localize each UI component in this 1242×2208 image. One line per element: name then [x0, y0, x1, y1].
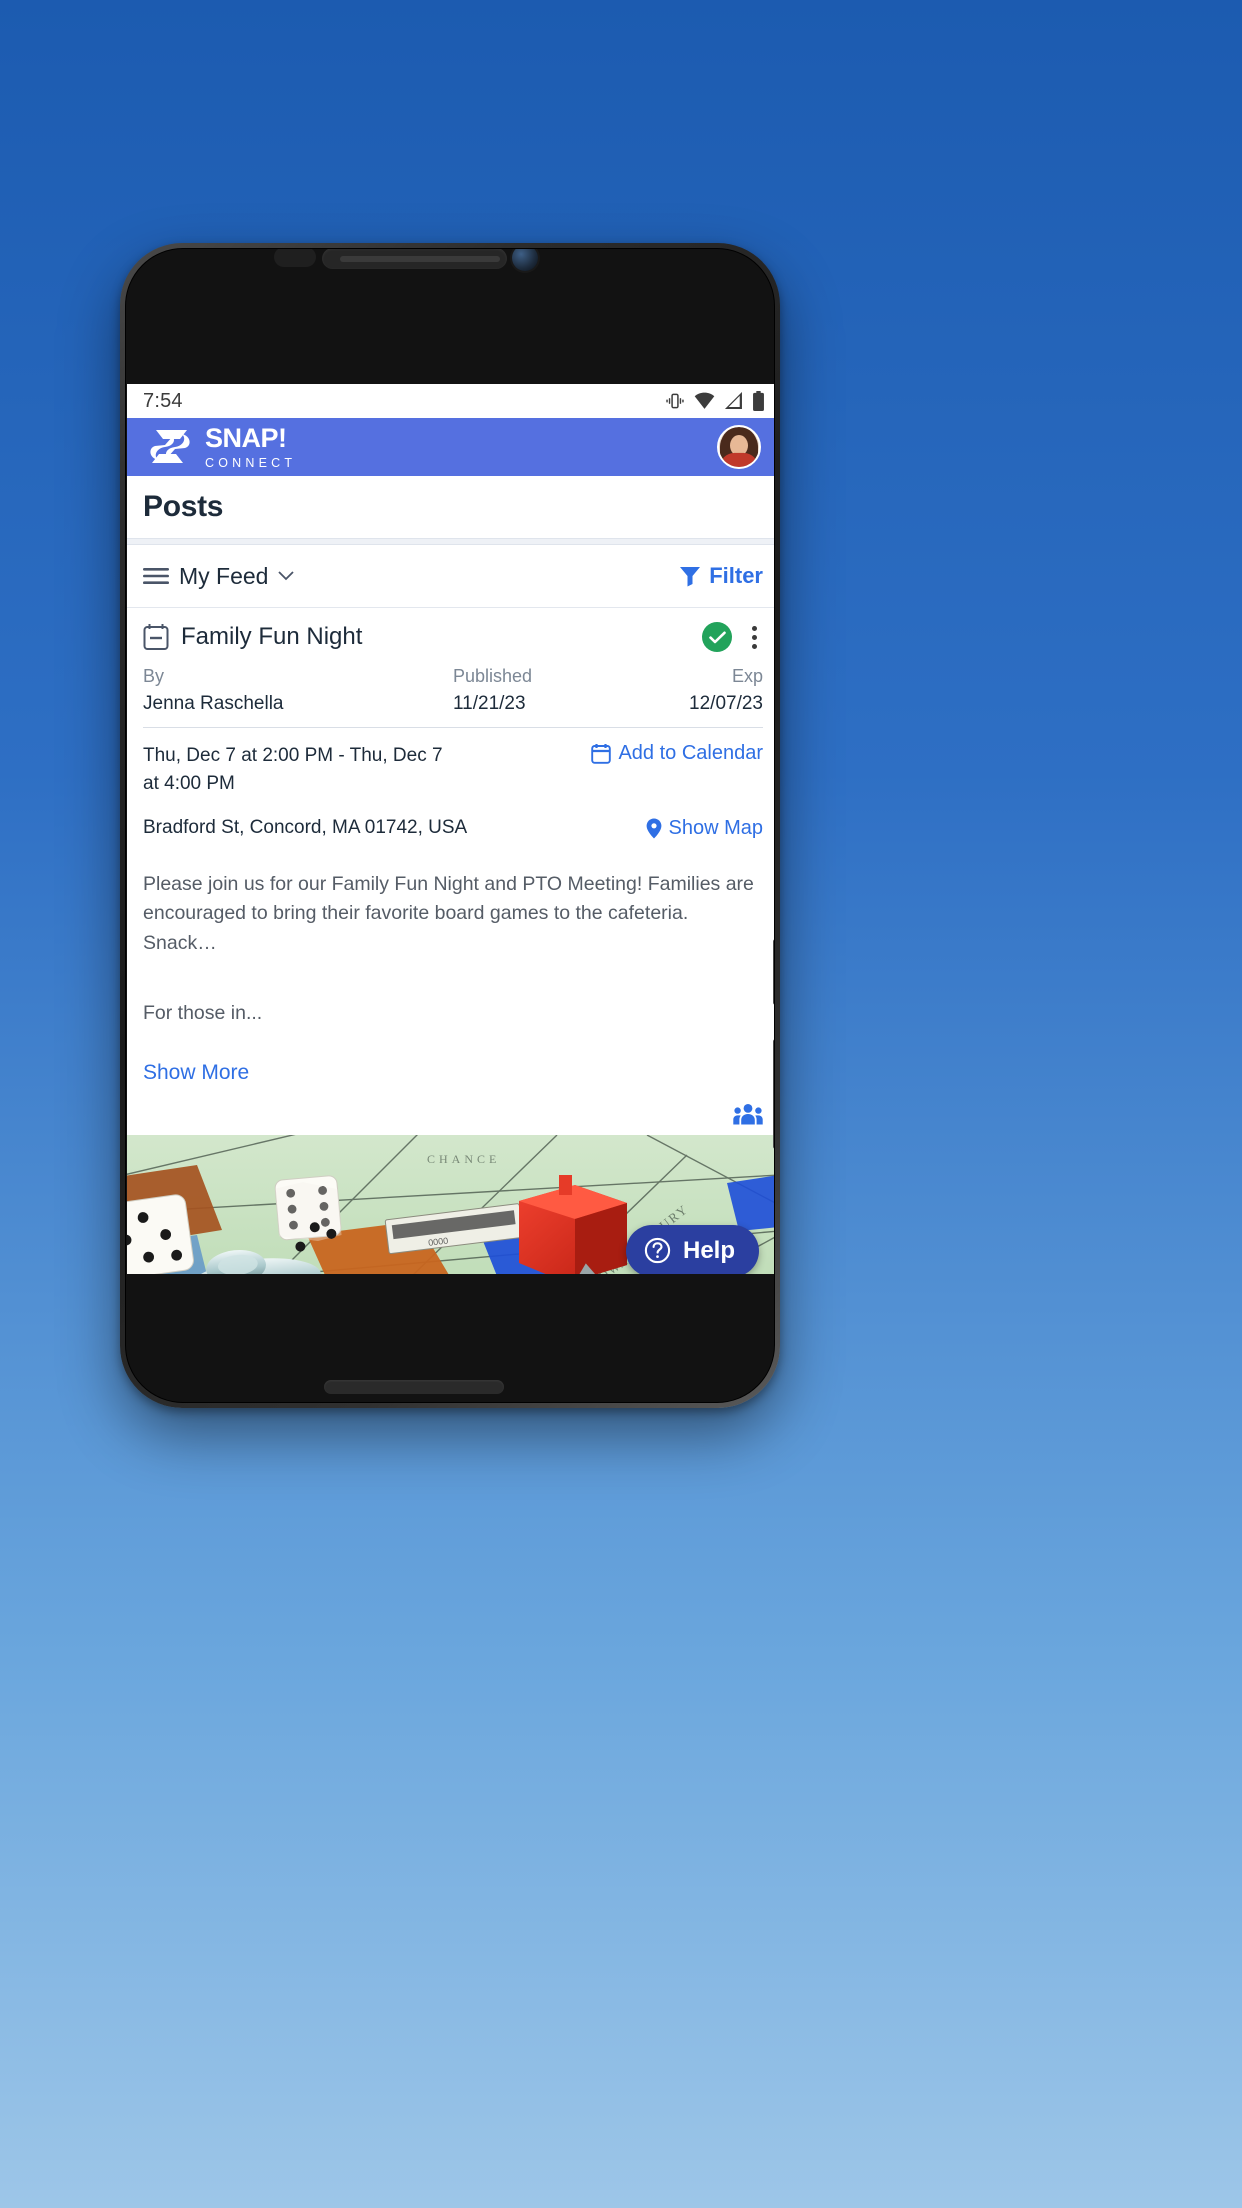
filter-button[interactable]: Filter	[679, 563, 763, 589]
app-bar: SNAP! CONNECT	[127, 418, 774, 476]
calendar-icon	[143, 624, 169, 650]
post-header: Family Fun Night	[143, 608, 763, 652]
more-vertical-icon[interactable]	[746, 623, 763, 652]
status-bar-icons	[665, 391, 765, 411]
show-map-button[interactable]: Show Map	[646, 817, 764, 840]
show-map-label: Show Map	[668, 817, 764, 840]
people-group-icon[interactable]	[733, 1103, 763, 1125]
vibrate-icon	[666, 393, 684, 409]
check-circle-icon	[708, 631, 726, 643]
audience-row	[143, 1085, 763, 1135]
volume-button[interactable]	[773, 1039, 774, 1149]
post-body: Please join us for our Family Fun Night …	[143, 844, 763, 1085]
phone-device: 7:54 SNAP! CONNECT Posts My Feed Filter …	[120, 243, 780, 1408]
post-body-text: Please join us for our Family Fun Night …	[143, 873, 754, 954]
event-address-row: Bradford St, Concord, MA 01742, USA Show…	[143, 817, 763, 840]
bottom-speaker	[324, 1380, 504, 1394]
battery-icon	[753, 391, 764, 411]
avatar[interactable]	[717, 425, 761, 469]
filter-icon	[680, 567, 701, 587]
by-label: By	[143, 666, 165, 686]
show-more-button[interactable]: Show More	[143, 1061, 763, 1085]
hamburger-icon	[143, 568, 169, 584]
proximity-sensor-icon	[274, 249, 316, 267]
brand-text: SNAP! CONNECT	[205, 422, 297, 470]
feed-toolbar: My Feed Filter	[127, 545, 774, 607]
page-title: Posts	[143, 490, 224, 523]
post-header-right	[702, 622, 763, 652]
earpiece-speaker	[322, 249, 507, 269]
published-value: 11/21/23	[453, 693, 526, 714]
post-meta: By Jenna Raschella Published 11/21/23 Ex…	[143, 652, 763, 727]
event-details: Thu, Dec 7 at 2:00 PM - Thu, Dec 7 at 4:…	[143, 728, 763, 844]
avatar-body	[720, 453, 758, 467]
help-button[interactable]: Help	[625, 1224, 759, 1274]
post-media[interactable]: CHANCE COLLECT LUXURY TAX BOARDWALK 0000	[127, 1134, 774, 1274]
power-button[interactable]	[773, 939, 774, 1005]
add-to-calendar-label: Add to Calendar	[618, 742, 763, 764]
status-bar: 7:54	[127, 384, 774, 418]
section-divider	[127, 538, 774, 545]
post-title: Family Fun Night	[181, 623, 363, 650]
by-value: Jenna Raschella	[143, 693, 284, 714]
exp-value: 12/07/23	[689, 693, 763, 714]
add-to-calendar-button[interactable]: Add to Calendar	[591, 742, 763, 765]
map-pin-icon	[646, 818, 661, 839]
event-address: Bradford St, Concord, MA 01742, USA	[143, 817, 468, 839]
page-title-bar: Posts	[127, 476, 774, 538]
published-label: Published	[453, 666, 533, 686]
calendar-add-icon	[591, 744, 612, 764]
phone-body: 7:54 SNAP! CONNECT Posts My Feed Filter …	[125, 248, 775, 1403]
post-meta-author: By Jenna Raschella	[143, 666, 453, 715]
post-card: Family Fun Night By Jenna Raschella Publ…	[127, 607, 774, 1135]
wifi-icon	[694, 392, 715, 409]
svg-text:CHANCE: CHANCE	[427, 1152, 500, 1166]
snap-logo-icon	[150, 430, 190, 463]
exp-label: Exp	[731, 666, 763, 686]
help-label: Help	[682, 1236, 735, 1264]
filter-label: Filter	[709, 563, 763, 588]
chevron-down-icon	[278, 571, 295, 581]
front-camera-icon	[512, 249, 538, 271]
feed-selector[interactable]: My Feed	[143, 562, 295, 590]
event-datetime: Thu, Dec 7 at 2:00 PM - Thu, Dec 7 at 4:…	[143, 745, 443, 794]
status-badge	[702, 622, 732, 652]
phone-screen: 7:54 SNAP! CONNECT Posts My Feed Filter …	[127, 384, 774, 1274]
post-body-tail: For those in...	[143, 1001, 263, 1024]
brand-title: SNAP!	[205, 422, 287, 453]
event-datetime-row: Thu, Dec 7 at 2:00 PM - Thu, Dec 7 at 4:…	[143, 742, 763, 797]
question-circle-icon	[644, 1238, 671, 1264]
status-bar-time: 7:54	[143, 389, 183, 412]
cellular-signal-icon	[724, 392, 742, 410]
brand-subtitle: CONNECT	[205, 455, 297, 470]
feed-label: My Feed	[179, 562, 269, 589]
post-meta-published: Published 11/21/23	[453, 666, 639, 715]
post-title-block[interactable]: Family Fun Night	[143, 623, 362, 651]
post-meta-expiry: Exp 12/07/23	[639, 666, 763, 715]
brand-block[interactable]: SNAP! CONNECT	[147, 422, 297, 470]
